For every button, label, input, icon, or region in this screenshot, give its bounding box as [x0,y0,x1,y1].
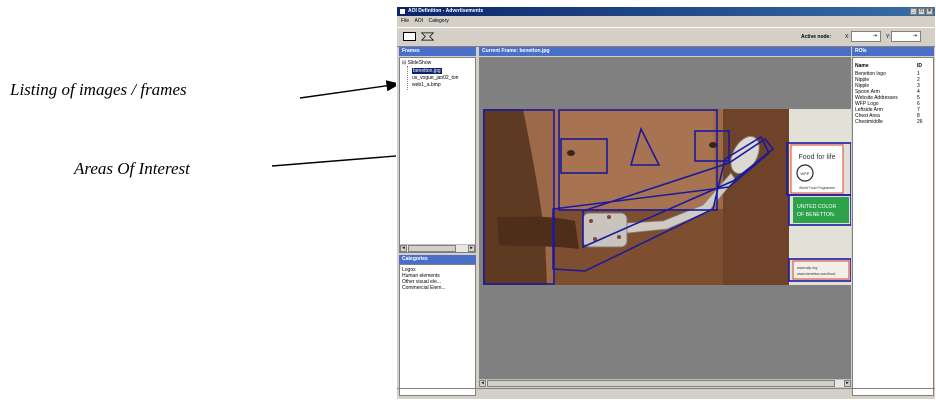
benetton-logo-line1: UNITED COLOR [797,204,836,210]
website-line1: www.wfp.org [797,266,817,270]
tree-connector [407,66,409,90]
frame-item-label: us_vogue_jan02_ton [412,75,459,81]
frame-item[interactable]: us_vogue_jan02_ton [412,75,458,81]
title-bar: AOI Definition - Advertisements _ □ × [397,7,935,16]
col-name[interactable]: Name [855,63,869,69]
website-line2: www.benetton.com/food [797,272,835,276]
canvas-hscrollbar[interactable]: ◂ ▸ [479,379,851,387]
y-spinner[interactable]: ⇥ [891,31,921,42]
scroll-left-icon[interactable]: ◂ [400,245,407,252]
benetton-logo-line2: OF BENETTON. [797,212,835,218]
frames-tree: ⊟ SlideShow benetton.jpg us_vogue_jan02_… [399,57,476,253]
rectangle-tool-button[interactable] [403,32,416,41]
categories-list: Logos Human elements Other visual ele...… [399,264,476,396]
x-spinner[interactable]: ⇥ [851,31,881,42]
scroll-right-icon[interactable]: ▸ [468,245,475,252]
table-row[interactable]: Chestmiddle 26 [855,119,931,125]
tree-root-label: SlideShow [407,60,432,66]
minimize-button[interactable]: _ [910,8,917,15]
arrow-to-frames [299,80,401,99]
frames-panel-header: Frames [399,47,476,56]
spinner-arrow-icon[interactable]: ⇥ [911,33,919,40]
active-node-label: Active node: [801,34,832,40]
spinner-arrow-icon[interactable]: ⇥ [871,33,879,40]
x-label: X: [845,34,850,40]
categories-panel-header: Categories [399,255,476,264]
window-title: AOI Definition - Advertisements [408,8,484,14]
roi-id: 26 [917,119,923,125]
rois-table-header: Name ID [855,63,931,69]
menu-aoi[interactable]: AOI [414,18,423,24]
wfp-subtitle-text: World Food Programme [799,186,835,190]
app-window: AOI Definition - Advertisements _ □ × Fi… [396,6,935,399]
close-button[interactable]: × [926,8,933,15]
scroll-thumb[interactable] [487,380,835,387]
maximize-button[interactable]: □ [918,8,925,15]
col-id[interactable]: ID [917,63,922,69]
toolbar: Active node: X: ⇥ Y: ⇥ [397,27,935,47]
frame-item-label: benetton.jpg [412,68,442,74]
roi-name: Chestmiddle [855,119,883,125]
current-frame-header: Current Frame: benetton.jpg [479,47,851,56]
frame-item-label: web1_a.bmp [412,82,441,88]
wfp-logo-text: WFP [801,171,810,176]
app-icon [399,8,406,15]
frame-item[interactable]: web1_a.bmp [412,82,441,88]
scroll-right-icon[interactable]: ▸ [844,380,851,387]
menu-category[interactable]: Category [428,18,448,24]
polygon-icon[interactable] [420,32,435,41]
scroll-left-icon[interactable]: ◂ [479,380,486,387]
advert-image[interactable]: Food for life WFP World Food Programme U… [483,109,851,285]
y-label: Y: [886,34,891,40]
scroll-thumb[interactable] [408,245,456,252]
food-for-life-text: Food for life [799,154,836,161]
menu-bar: File AOI Category [397,17,935,26]
status-bar [397,388,935,400]
frame-canvas[interactable]: Food for life WFP World Food Programme U… [479,57,851,387]
frames-hscrollbar[interactable]: ◂ ▸ [400,244,475,252]
menu-file[interactable]: File [401,18,409,24]
category-item[interactable]: Commercial Elem... [402,285,473,291]
rois-table: Name ID Benetton logo 1 Nipple 2 Nipple 3 S… [852,57,934,396]
frame-item[interactable]: benetton.jpg [412,68,442,74]
rois-panel-header: ROIs [852,47,934,56]
